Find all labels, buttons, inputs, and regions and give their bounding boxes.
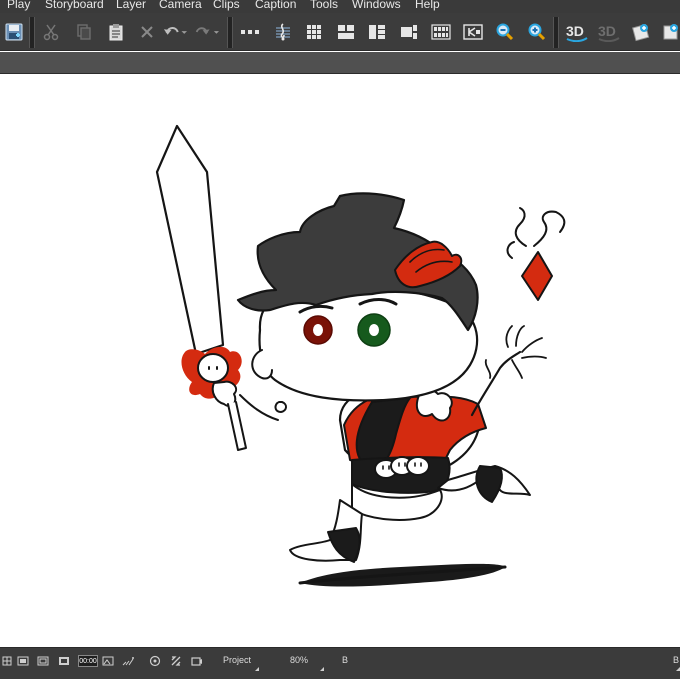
main-toolbar: 3D 3D [0,13,680,51]
view-grid-icon[interactable] [17,655,29,667]
zoom-in-icon[interactable] [525,20,549,44]
save-icon[interactable] [2,20,26,44]
add-layer-icon[interactable] [629,20,653,44]
3d-on-icon[interactable]: 3D [564,20,590,44]
zoom-out-icon[interactable] [493,20,517,44]
add-panel-icon[interactable] [659,20,680,44]
flip-icon[interactable] [170,655,182,667]
rotate-icon[interactable] [149,655,161,667]
safe-area-icon[interactable] [37,655,49,667]
menu-tools[interactable]: Tools [310,0,338,11]
menu-windows[interactable]: Windows [352,0,401,11]
toolbar-separator [29,17,35,48]
secondary-toolbar [0,52,680,74]
character-drawing [155,124,566,587]
3d-off-label: 3D [598,23,616,39]
cut-icon[interactable] [39,20,63,44]
3d-off-icon[interactable]: 3D [596,20,622,44]
menu-play[interactable]: Play [7,0,30,11]
floating-gem [521,251,553,301]
undo-icon[interactable] [163,20,187,44]
menu-bar: Play Storyboard Layer Camera Clips Capti… [0,0,680,13]
thumbnails-icon[interactable] [429,20,453,44]
grid-icon[interactable] [302,20,326,44]
camera-view-icon[interactable] [461,20,485,44]
zoom-dropdown-arrow [320,667,324,671]
menu-caption[interactable]: Caption [255,0,296,11]
image-icon[interactable] [102,655,114,667]
sword-blade [155,124,225,356]
mouth [274,401,287,413]
copy-icon[interactable] [72,20,96,44]
timecode-display[interactable]: 00:00 [78,655,98,667]
menu-help[interactable]: Help [415,0,440,11]
zoom-level-dropdown[interactable]: 80% [290,655,308,665]
timecode-text: 00:00 [79,657,97,665]
menu-storyboard[interactable]: Storyboard [45,0,104,11]
paste-icon[interactable] [104,20,128,44]
sword-hand [211,380,238,408]
panel-layout-icon[interactable] [334,20,358,44]
status-bar: 00:00 Project 80% B B [0,647,680,679]
view-mode-dropdown[interactable]: Project [223,655,251,665]
3d-on-label: 3D [566,23,584,39]
redo-icon[interactable] [195,20,219,44]
panel-layout-2-icon[interactable] [365,20,389,44]
menu-camera[interactable]: Camera [159,0,202,11]
delete-icon[interactable] [135,20,159,44]
right-edge-label: B [673,655,680,665]
menu-layer[interactable]: Layer [116,0,146,11]
timeline-icon[interactable] [238,20,262,44]
drawing-canvas[interactable] [0,74,680,647]
view-mode-dropdown-arrow [255,667,259,671]
frame-icon[interactable] [58,655,70,667]
channel-label: B [342,655,349,665]
camera-icon[interactable] [191,655,203,667]
toolbar-separator [553,17,559,48]
panel-layout-3-icon[interactable] [397,20,421,44]
sound-icon[interactable] [271,20,295,44]
right-dropdown-arrow [676,667,680,671]
view-single-icon[interactable] [2,655,12,667]
menu-clips[interactable]: Clips [213,0,240,11]
toolbar-separator [227,17,233,48]
onion-skin-icon[interactable] [122,655,134,667]
